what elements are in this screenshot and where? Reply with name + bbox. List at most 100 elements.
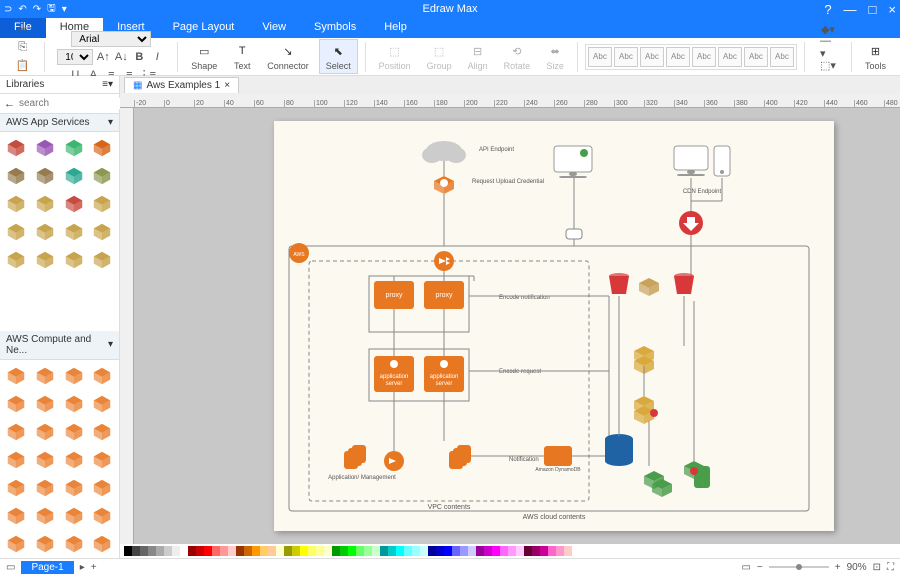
library-shape[interactable]	[62, 364, 86, 388]
color-swatch[interactable]	[308, 546, 316, 556]
library-shape[interactable]	[62, 392, 86, 416]
library-shape[interactable]	[4, 364, 28, 388]
library-shape[interactable]	[62, 164, 86, 188]
color-swatch[interactable]	[252, 546, 260, 556]
library-shape[interactable]	[62, 504, 86, 528]
color-swatch[interactable]	[124, 546, 132, 556]
color-swatch[interactable]	[436, 546, 444, 556]
cut-icon[interactable]: ✂	[15, 22, 31, 38]
style-preset[interactable]: Abc	[666, 47, 690, 67]
libraries-menu-icon[interactable]: ≡▾	[102, 79, 113, 90]
library-shape[interactable]	[33, 420, 57, 444]
library-shape[interactable]	[4, 220, 28, 244]
color-swatch[interactable]	[548, 546, 556, 556]
save-icon[interactable]: 🖫	[47, 1, 56, 18]
library-shape[interactable]	[4, 532, 28, 556]
library-shape[interactable]	[62, 136, 86, 160]
select-tool[interactable]: ⬉Select	[319, 39, 358, 74]
color-swatch[interactable]	[212, 546, 220, 556]
color-swatch[interactable]	[508, 546, 516, 556]
library-shape[interactable]	[4, 448, 28, 472]
minimize-icon[interactable]: —	[844, 2, 857, 17]
color-swatch[interactable]	[476, 546, 484, 556]
library-shape[interactable]	[90, 220, 114, 244]
color-swatch[interactable]	[300, 546, 308, 556]
shape-tool[interactable]: ▭Shape	[185, 40, 223, 73]
library-shape[interactable]	[4, 476, 28, 500]
redo-icon[interactable]: ↷	[33, 4, 41, 15]
color-swatch[interactable]	[316, 546, 324, 556]
color-swatch[interactable]	[500, 546, 508, 556]
library-shape[interactable]	[62, 420, 86, 444]
fit-page-icon[interactable]: ⊡	[873, 562, 881, 573]
library-shape[interactable]	[90, 532, 114, 556]
page-tab[interactable]: Page-1	[21, 561, 73, 574]
color-swatch[interactable]	[132, 546, 140, 556]
color-swatch[interactable]	[204, 546, 212, 556]
library-shape[interactable]	[33, 220, 57, 244]
color-swatch[interactable]	[228, 546, 236, 556]
library-shape[interactable]	[4, 392, 28, 416]
crop-icon[interactable]: ⬚▾	[820, 58, 836, 74]
document-tab[interactable]: ▦ Aws Examples 1 ×	[124, 77, 239, 93]
line-dropdown-icon[interactable]: —▾	[820, 40, 836, 56]
increase-font-icon[interactable]: A↑	[95, 49, 111, 65]
style-preset[interactable]: Abc	[718, 47, 742, 67]
color-swatch[interactable]	[452, 546, 460, 556]
add-page-button[interactable]: +	[91, 562, 97, 573]
color-swatch[interactable]	[164, 546, 172, 556]
rotate-tool[interactable]: ⟲Rotate	[498, 40, 537, 73]
library-shape[interactable]	[4, 248, 28, 272]
library-shape[interactable]	[33, 136, 57, 160]
color-swatch[interactable]	[412, 546, 420, 556]
tools-dropdown[interactable]: ⊞Tools	[859, 40, 892, 73]
bold-button[interactable]: B	[131, 49, 147, 65]
style-preset[interactable]: Abc	[692, 47, 716, 67]
color-swatch[interactable]	[380, 546, 388, 556]
help-icon[interactable]: ?	[824, 2, 831, 17]
library-shape[interactable]	[33, 476, 57, 500]
color-swatch[interactable]	[276, 546, 284, 556]
library-category-compute[interactable]: AWS Compute and Ne...▾	[0, 331, 119, 360]
library-shape[interactable]	[62, 192, 86, 216]
library-shape[interactable]	[33, 248, 57, 272]
menu-view[interactable]: View	[248, 18, 300, 38]
style-gallery[interactable]: Abc Abc Abc Abc Abc Abc Abc Abc	[585, 44, 797, 70]
zoom-in-icon[interactable]: +	[835, 562, 841, 573]
menu-help[interactable]: Help	[370, 18, 421, 38]
color-swatch[interactable]	[524, 546, 532, 556]
color-swatch[interactable]	[356, 546, 364, 556]
library-shape[interactable]	[90, 420, 114, 444]
color-swatch[interactable]	[460, 546, 468, 556]
color-swatch[interactable]	[372, 546, 380, 556]
color-swatch[interactable]	[444, 546, 452, 556]
color-swatch[interactable]	[428, 546, 436, 556]
font-family-select[interactable]: Arial	[71, 31, 151, 47]
search-back-icon[interactable]: ←	[4, 98, 15, 110]
tab-close-icon[interactable]: ×	[224, 80, 230, 91]
color-swatch[interactable]	[220, 546, 228, 556]
library-shape[interactable]	[62, 476, 86, 500]
color-swatch[interactable]	[284, 546, 292, 556]
library-shape[interactable]	[33, 164, 57, 188]
color-swatch[interactable]	[484, 546, 492, 556]
library-shape[interactable]	[4, 136, 28, 160]
italic-button[interactable]: I	[149, 49, 165, 65]
library-shape[interactable]	[33, 364, 57, 388]
color-swatch[interactable]	[364, 546, 372, 556]
color-swatch[interactable]	[540, 546, 548, 556]
library-shape[interactable]	[62, 220, 86, 244]
library-shape[interactable]	[4, 420, 28, 444]
canvas-viewport[interactable]: AWS cloud contents VPC contents API Endp…	[134, 108, 900, 544]
library-shape[interactable]	[90, 248, 114, 272]
library-shape[interactable]	[90, 364, 114, 388]
font-size-select[interactable]: 10	[57, 49, 93, 65]
color-swatch[interactable]	[556, 546, 564, 556]
menu-symbols[interactable]: Symbols	[300, 18, 370, 38]
color-swatch[interactable]	[196, 546, 204, 556]
color-swatch[interactable]	[244, 546, 252, 556]
library-shape[interactable]	[62, 532, 86, 556]
style-preset[interactable]: Abc	[588, 47, 612, 67]
color-swatch[interactable]	[404, 546, 412, 556]
library-shape[interactable]	[90, 504, 114, 528]
